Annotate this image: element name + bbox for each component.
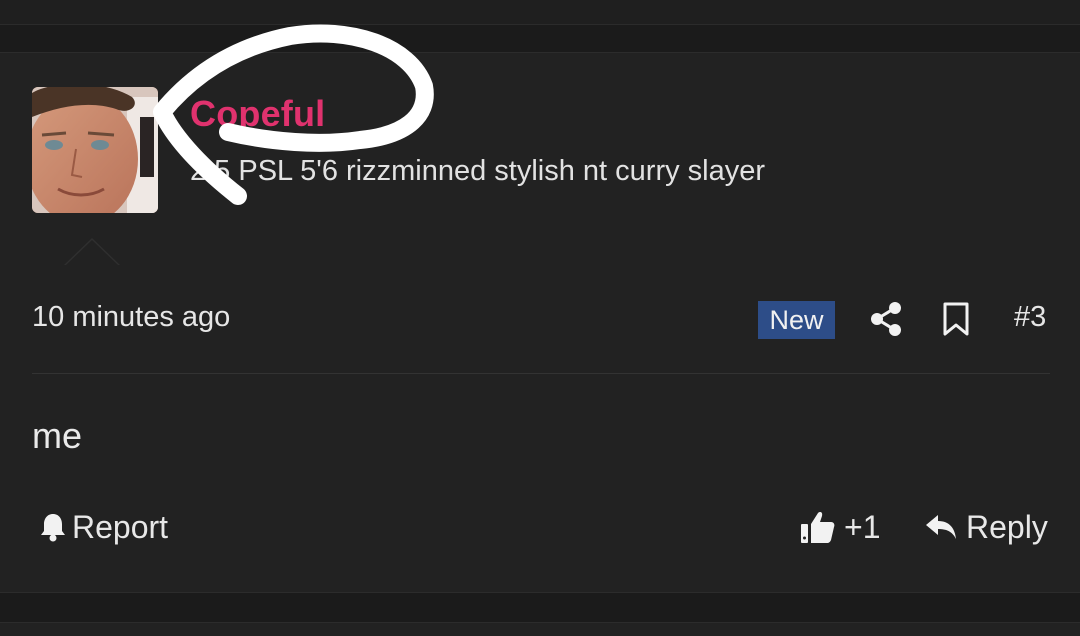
bookmark-icon[interactable] xyxy=(942,301,970,337)
reply-arrow-icon xyxy=(926,515,956,539)
reply-button[interactable]: Reply xyxy=(924,507,1048,547)
user-title: 2.5 PSL 5'6 rizzminned stylish nt curry … xyxy=(190,155,766,187)
forum-post: Copeful 2.5 PSL 5'6 rizzminned stylish n… xyxy=(0,52,1080,593)
report-button[interactable]: Report xyxy=(38,507,168,547)
share-icon[interactable] xyxy=(869,301,903,337)
message-arrow-inner xyxy=(66,240,118,265)
next-post-top xyxy=(0,623,1080,636)
post-timestamp[interactable]: 10 minutes ago xyxy=(32,301,230,334)
thumbs-up-icon xyxy=(801,512,835,543)
avatar-photo xyxy=(32,87,158,213)
report-label: Report xyxy=(72,508,169,545)
post-gap xyxy=(0,593,1080,622)
username[interactable]: Copeful xyxy=(190,93,325,135)
post-gap xyxy=(0,25,1080,52)
post-user-header: Copeful 2.5 PSL 5'6 rizzminned stylish n… xyxy=(0,53,1080,264)
post-actions: Report +1 Reply xyxy=(0,503,1080,563)
previous-post-bottom xyxy=(0,0,1080,24)
new-badge: New xyxy=(758,301,835,339)
like-button[interactable]: +1 xyxy=(800,507,880,547)
meta-divider xyxy=(32,373,1050,374)
reply-label: Reply xyxy=(966,508,1048,545)
like-count: +1 xyxy=(844,508,881,545)
post-message: me xyxy=(32,415,83,456)
bell-icon xyxy=(41,514,65,542)
post-permalink-number[interactable]: #3 xyxy=(1014,301,1046,334)
post-meta-row: 10 minutes ago New #3 xyxy=(0,283,1080,355)
avatar[interactable] xyxy=(32,87,158,213)
